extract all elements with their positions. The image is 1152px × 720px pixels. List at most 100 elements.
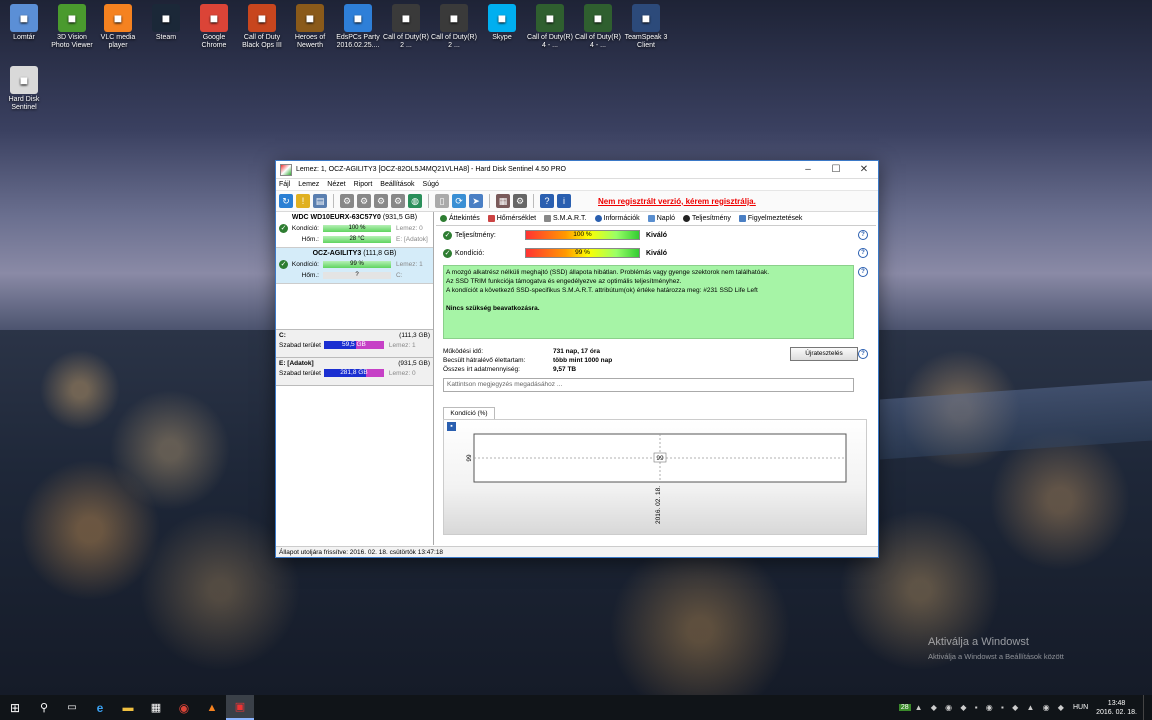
menu-disk[interactable]: Lemez [298, 181, 319, 188]
language-indicator[interactable]: HUN [1073, 704, 1088, 711]
clock[interactable]: 13:48 2016. 02. 18. [1096, 699, 1137, 717]
desktop-icon-teamspeak[interactable]: ■ TeamSpeak 3 Client [622, 4, 670, 50]
report-icon[interactable]: ▤ [313, 194, 327, 208]
tab-temperature[interactable]: Hőmérséklet [487, 215, 536, 222]
refresh-icon[interactable]: ↻ [279, 194, 293, 208]
help-icon[interactable]: ? [858, 230, 868, 240]
tab-label: Figyelmeztetések [747, 215, 803, 222]
menu-settings[interactable]: Beállítások [380, 181, 414, 188]
condition-chart: Kondíció (%) ▪ 99 99 2016. 02. 18. [443, 407, 867, 537]
desktop-icon-skype[interactable]: ■ Skype [478, 4, 526, 42]
tab-smart[interactable]: S.M.A.R.T. [544, 215, 587, 222]
menu-report[interactable]: Riport [354, 181, 373, 188]
help-icon[interactable]: ? [858, 248, 868, 258]
status-description: A mozgó alkatrész nélküli meghajtó (SSD)… [443, 265, 854, 339]
desktop-icon-hon[interactable]: ■ Heroes of Newerth [286, 4, 334, 50]
hard-disk-sentinel-window[interactable]: Lemez: 1, OCZ-AGILITY3 [OCZ-82OL5J4MQ21V… [275, 160, 879, 558]
maximize-button[interactable]: ☐ [822, 164, 850, 175]
nvidia-3d-vision-icon: ■ [58, 4, 86, 32]
menu-file[interactable]: Fájl [279, 181, 290, 188]
settings-icon[interactable]: ⚙ [513, 194, 527, 208]
desktop-icon-document[interactable]: ■ EdsPCs Party 2016.02.25.... [334, 4, 382, 50]
sync-icon[interactable]: ⟳ [452, 194, 466, 208]
help-icon[interactable]: ? [540, 194, 554, 208]
minimize-button[interactable]: – [794, 164, 822, 175]
condition-label: Kondíció: [455, 249, 485, 257]
file-explorer-icon[interactable]: ▬ [114, 702, 142, 714]
disk-stats: Működési idő: 731 nap, 17 óra Becsült hát… [443, 347, 876, 374]
task-view-icon[interactable]: ▭ [58, 702, 86, 713]
desktop-icon-cod2[interactable]: ■ Call of Duty(R) 2 ... [430, 4, 478, 50]
volume-item-c[interactable]: C: (111,3 GB) Szabad terület 59,5 GB Leme… [276, 329, 433, 358]
disk-tool-4-icon[interactable]: ⚙ [391, 194, 405, 208]
edge-icon[interactable]: e [86, 701, 114, 715]
tab-alerts[interactable]: Figyelmeztetések [738, 215, 803, 222]
disk-item-wdc[interactable]: WDC WD10EURX-63C57Y0 (931,5 GB) ✓ Kondíc… [276, 212, 433, 248]
chart-icon[interactable]: ▦ [496, 194, 510, 208]
tab-log[interactable]: Napló [647, 215, 675, 222]
info-icon[interactable]: i [557, 194, 571, 208]
vlc-icon[interactable]: ▲ [198, 702, 226, 714]
hard-disk-sentinel-taskbar-icon[interactable]: ▣ [226, 695, 254, 720]
performance-label: Teljesítmény: [455, 231, 496, 239]
log-icon [647, 215, 655, 222]
free-space-label: Szabad terület [279, 369, 321, 377]
toolbar-separator [333, 194, 334, 208]
retest-button[interactable]: Újratesztelés [790, 347, 858, 361]
desktop-icon-steam[interactable]: ■ Steam [142, 4, 190, 42]
tray-temp-badge[interactable]: 28 [898, 704, 911, 711]
help-icon[interactable]: ? [858, 349, 868, 359]
condition-label: Kondíció: [291, 225, 319, 232]
disk-tool-2-icon[interactable]: ⚙ [357, 194, 371, 208]
help-icon[interactable]: ? [858, 267, 868, 277]
desktop-icon-hard-disk-sentinel[interactable]: ■ Hard Disk Sentinel [0, 66, 48, 112]
desktop-icon-label: TeamSpeak 3 Client [624, 34, 668, 49]
desktop-icon-recycle-bin[interactable]: ■ Lomtár [0, 4, 48, 42]
desktop-icon-label: Call of Duty(R) 2 ... [431, 34, 477, 49]
description-line: A kondíciót a következő SSD-specifikus S… [446, 287, 758, 294]
desktop-icon-cod4[interactable]: ■ Call of Duty(R) 4 - ... [574, 4, 622, 50]
note-input[interactable]: Kattintson megjegyzés megadásához ... [443, 378, 854, 392]
tab-label: Információk [603, 215, 640, 222]
chart-svg: 99 99 2016. 02. 18. [466, 433, 847, 524]
close-button[interactable]: ✕ [850, 164, 878, 175]
disk-tool-3-icon[interactable]: ⚙ [374, 194, 388, 208]
globe-icon[interactable]: ◍ [408, 194, 422, 208]
show-desktop-button[interactable] [1143, 695, 1152, 720]
tab-overview[interactable]: Áttekintés [440, 215, 480, 222]
desktop-icon-cod4[interactable]: ■ Call of Duty(R) 4 - ... [526, 4, 574, 50]
chrome-icon[interactable]: ◉ [170, 701, 198, 715]
desktop-icon-nvidia-3d-vision[interactable]: ■ 3D Vision Photo Viewer [48, 4, 96, 50]
tab-information[interactable]: Információk [594, 215, 640, 222]
desktop-icon-cod2[interactable]: ■ Call of Duty(R) 2 ... [382, 4, 430, 50]
document-icon[interactable]: ▯ [435, 194, 449, 208]
desktop-icon-cod-bo3[interactable]: ■ Call of Duty Black Ops III [238, 4, 286, 50]
cod2-icon: ■ [440, 4, 468, 32]
disk-name: OCZ-AGILITY3 (111,8 GB) [279, 250, 430, 257]
chart-tab[interactable]: Kondíció (%) [443, 407, 495, 419]
disk-item-ocz[interactable]: OCZ-AGILITY3 (111,8 GB) ✓ Kondíció: 99 %… [276, 248, 433, 284]
desktop-icon-vlc[interactable]: ■ VLC media player [94, 4, 142, 50]
status-bar: Állapot utoljára frissítve: 2016. 02. 18… [276, 546, 878, 557]
store-icon[interactable]: ▦ [142, 701, 170, 714]
tray-icons[interactable]: ▲ ◆ ◉ ◆ ▪ ◉ ▪ ◆ ▲ ◉ ◆ [915, 703, 1067, 712]
menu-help[interactable]: Súgó [423, 181, 439, 188]
disk-temp-row: Hőm.: 28 °C E: [Adatok] [279, 234, 430, 245]
send-icon[interactable]: ➤ [469, 194, 483, 208]
data-label: 99 [656, 455, 664, 462]
check-icon [440, 215, 447, 222]
warning-icon[interactable]: ! [296, 194, 310, 208]
desktop-icon-chrome[interactable]: ■ Google Chrome [190, 4, 238, 50]
tab-performance[interactable]: Teljesítmény [682, 215, 731, 222]
search-icon[interactable]: ⚲ [30, 701, 58, 714]
register-link[interactable]: Nem regisztrált verzió, kérem regisztrál… [598, 197, 756, 206]
volume-item-e[interactable]: E: [Adatok] (931,5 GB) Szabad terület 281… [276, 358, 433, 386]
menu-view[interactable]: Nézet [327, 181, 345, 188]
vlc-icon: ■ [104, 4, 132, 32]
start-button[interactable]: ⊞ [0, 701, 30, 715]
disk-volume: E: [Adatok] [396, 236, 428, 243]
free-space-bar: 59,5 GB [323, 341, 384, 349]
title-bar[interactable]: Lemez: 1, OCZ-AGILITY3 [OCZ-82OL5J4MQ21V… [276, 161, 878, 179]
written-label: Összes írt adatmennyiség: [443, 366, 520, 373]
disk-tool-1-icon[interactable]: ⚙ [340, 194, 354, 208]
